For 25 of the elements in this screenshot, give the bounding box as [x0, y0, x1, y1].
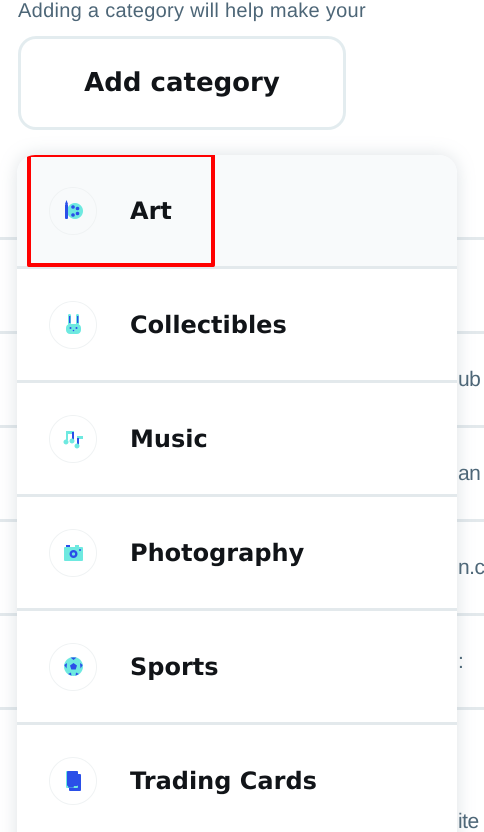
- soccer-ball-icon: [49, 642, 97, 690]
- cards-icon: [49, 756, 97, 804]
- background-text: ub: [458, 368, 480, 392]
- menu-item[interactable]: Art: [17, 155, 457, 269]
- menu-item[interactable]: Sports: [17, 611, 457, 725]
- menu-item[interactable]: Trading Cards: [17, 725, 457, 832]
- background-text: an: [458, 462, 480, 486]
- menu-item[interactable]: Collectibles: [17, 269, 457, 383]
- background-text: n.c: [458, 556, 484, 580]
- menu-item-label: Trading Cards: [130, 766, 317, 794]
- palette-icon: [49, 186, 97, 234]
- bunny-icon: [49, 300, 97, 348]
- music-notes-icon: [49, 414, 97, 462]
- menu-item-label: Art: [130, 196, 172, 224]
- menu-item-label: Collectibles: [130, 310, 287, 338]
- menu-item[interactable]: Music: [17, 383, 457, 497]
- intro-text: Adding a category will help make your: [18, 0, 367, 22]
- background-text: :: [458, 650, 464, 674]
- menu-item-label: Sports: [130, 652, 219, 680]
- menu-item-label: Music: [130, 424, 208, 452]
- camera-icon: [49, 528, 97, 576]
- add-category-button[interactable]: Add category: [18, 36, 346, 130]
- menu-item-label: Photography: [130, 538, 304, 566]
- menu-item[interactable]: Photography: [17, 497, 457, 611]
- background-text: ite: [458, 810, 479, 832]
